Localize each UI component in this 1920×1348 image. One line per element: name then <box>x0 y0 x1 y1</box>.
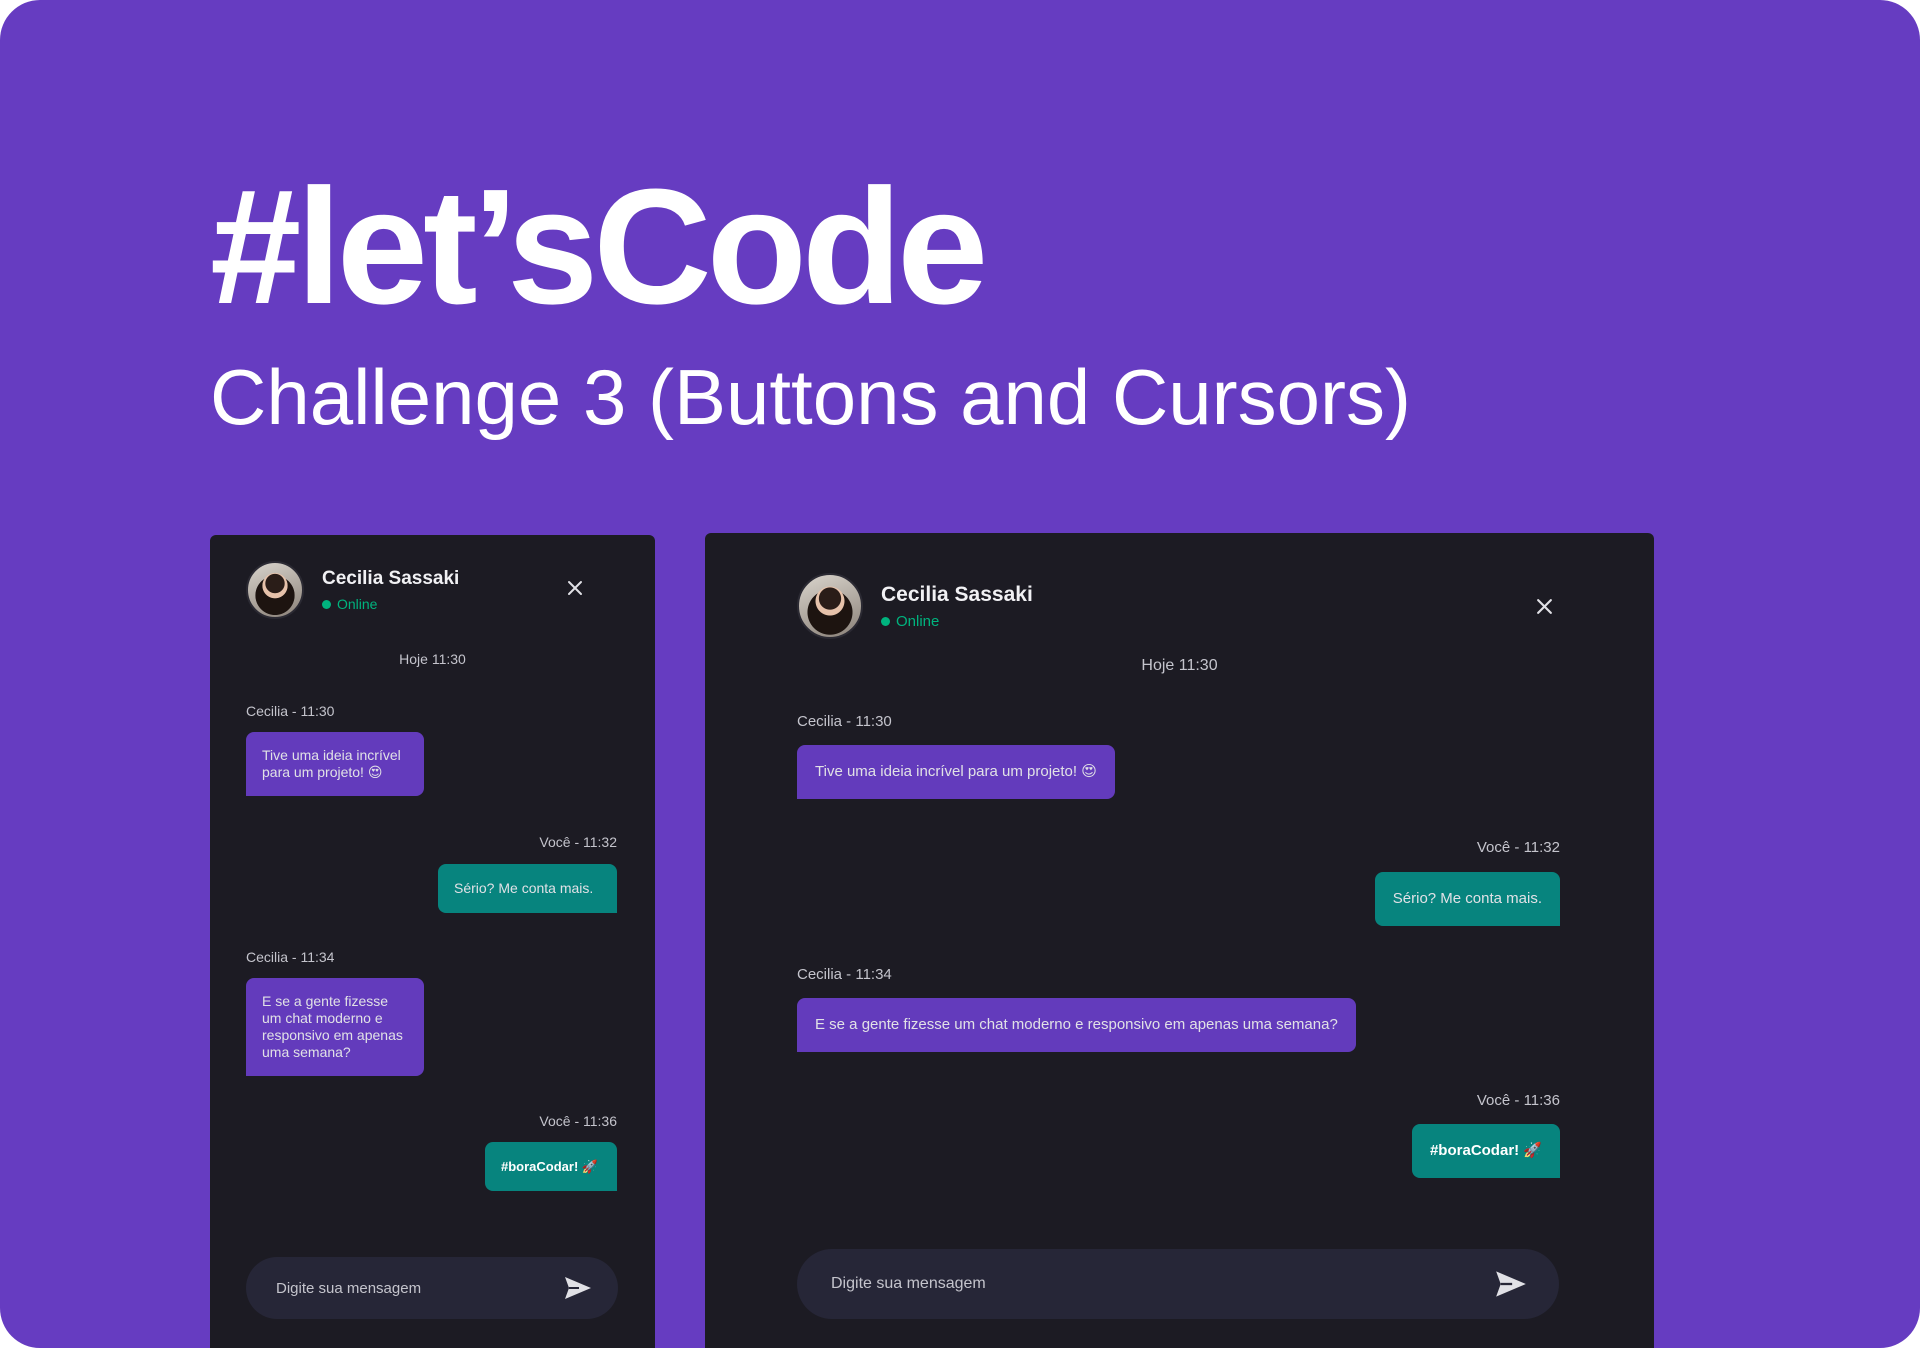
send-button[interactable] <box>1495 1270 1527 1298</box>
chat-header: Cecilia Sassaki Online <box>797 573 1033 639</box>
message-composer <box>797 1249 1559 1319</box>
message-bubble-sent: Sério? Me conta mais. <box>438 864 617 913</box>
send-icon <box>565 1277 591 1299</box>
poster-background: #let’sCode Challenge 3 (Buttons and Curs… <box>0 0 1920 1348</box>
message-meta: Você - 11:32 <box>1476 839 1560 856</box>
message-bubble-received: E se a gente fizesse um chat moderno e r… <box>797 998 1356 1052</box>
online-dot-icon <box>322 599 331 609</box>
hero-title: #let’sCode <box>210 155 988 338</box>
close-button[interactable] <box>1536 598 1553 615</box>
message-meta: Você - 11:32 <box>539 834 617 850</box>
send-icon <box>1496 1271 1526 1297</box>
message-meta: Cecilia - 11:30 <box>246 703 335 719</box>
online-dot-icon <box>881 616 890 626</box>
close-button[interactable] <box>567 580 583 596</box>
status-label: Online <box>896 612 940 630</box>
hero-subtitle: Challenge 3 (Buttons and Cursors) <box>210 353 1411 441</box>
message-bubble-received: Tive uma ideia incrível para um projeto!… <box>797 745 1115 799</box>
message-meta: Cecilia - 11:34 <box>797 966 892 983</box>
avatar <box>797 573 863 639</box>
contact-name: Cecilia Sassaki <box>881 582 1033 606</box>
message-bubble-received: E se a gente fizesse um chat moderno e r… <box>246 978 424 1076</box>
message-input[interactable] <box>274 1278 564 1298</box>
contact-name: Cecilia Sassaki <box>322 568 460 589</box>
chat-panel-desktop: Cecilia Sassaki Online Hoje 11:30 Cecili… <box>705 533 1654 1348</box>
status-label: Online <box>337 596 378 612</box>
avatar <box>246 561 304 619</box>
message-input[interactable] <box>829 1274 1495 1294</box>
status-badge: Online <box>322 596 459 612</box>
chat-panel-mobile: Cecilia Sassaki Online Hoje 11:30 Cecili… <box>210 535 655 1348</box>
close-icon <box>568 581 582 595</box>
day-label: Hoje 11:30 <box>1141 657 1218 674</box>
close-icon <box>1537 599 1552 614</box>
message-bubble-sent: Sério? Me conta mais. <box>1374 872 1560 926</box>
status-badge: Online <box>881 613 1033 630</box>
message-meta: Cecilia - 11:34 <box>246 949 335 965</box>
contact-info: Cecilia Sassaki Online <box>881 583 1033 630</box>
message-meta: Você - 11:36 <box>1476 1092 1560 1109</box>
contact-info: Cecilia Sassaki Online <box>322 568 459 612</box>
message-composer <box>246 1257 618 1319</box>
message-meta: Você - 11:36 <box>539 1113 617 1129</box>
message-bubble-received: Tive uma ideia incrível para um projeto!… <box>246 732 424 796</box>
send-button[interactable] <box>564 1276 592 1300</box>
chat-header: Cecilia Sassaki Online <box>246 561 459 619</box>
day-label: Hoje 11:30 <box>399 651 466 667</box>
message-meta: Cecilia - 11:30 <box>797 713 892 730</box>
message-bubble-sent: #boraCodar! 🚀 <box>485 1142 617 1191</box>
message-bubble-sent: #boraCodar! 🚀 <box>1411 1124 1560 1178</box>
